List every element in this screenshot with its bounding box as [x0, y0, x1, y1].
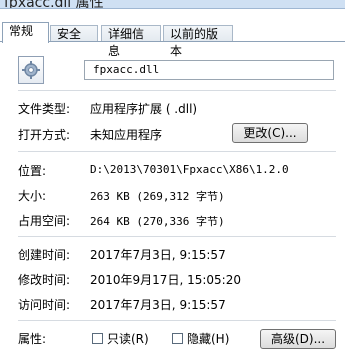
tab-bar: 常规 安全 详细信息 以前的版本	[0, 22, 345, 58]
tab-general[interactable]: 常规	[2, 22, 49, 43]
hidden-checkbox[interactable]	[172, 333, 183, 344]
window-title-bar: fpxacc.dll 属性	[0, 0, 345, 9]
change-button[interactable]: 更改(C)...	[232, 123, 308, 143]
accessed-label: 访问时间:	[18, 298, 71, 312]
filename-field[interactable]: fpxacc.dll	[84, 60, 334, 80]
modified-label: 修改时间:	[18, 273, 71, 287]
location-value: D:\2013\70301\Fpxacc\X86\1.2.0	[90, 163, 289, 176]
created-label: 创建时间:	[18, 248, 71, 262]
size-label: 大小:	[18, 189, 47, 203]
dll-gear-icon	[18, 56, 44, 84]
open-with-label: 打开方式:	[18, 128, 71, 142]
separator	[18, 320, 336, 321]
size-on-disk-value: 264 KB (270,336 字节)	[90, 215, 225, 228]
readonly-label[interactable]: 只读(R)	[107, 330, 149, 347]
tab-details[interactable]: 详细信息	[101, 25, 161, 58]
file-type-label: 文件类型:	[18, 102, 71, 116]
advanced-button[interactable]: 高级(D)...	[260, 329, 336, 349]
size-value: 263 KB (269,312 字节)	[90, 190, 225, 203]
accessed-value: 2017年7月3日, 9:15:57	[90, 298, 226, 312]
location-label: 位置:	[18, 164, 47, 178]
created-value: 2017年7月3日, 9:15:57	[90, 248, 226, 262]
separator	[18, 236, 336, 237]
modified-value: 2010年9月17日, 15:05:20	[90, 273, 241, 287]
window-title: fpxacc.dll 属性	[4, 0, 104, 9]
size-on-disk-label: 占用空间:	[18, 214, 71, 228]
separator	[18, 151, 336, 152]
tab-previous-versions[interactable]: 以前的版本	[163, 25, 233, 58]
readonly-checkbox[interactable]	[92, 333, 103, 344]
tab-security[interactable]: 安全	[50, 25, 98, 42]
attributes-label: 属性:	[18, 332, 47, 346]
open-with-value: 未知应用程序	[90, 128, 163, 142]
hidden-label[interactable]: 隐藏(H)	[187, 330, 229, 347]
file-type-value: 应用程序扩展 ( .dll)	[90, 102, 198, 116]
tab-divider	[0, 41, 345, 42]
separator	[18, 90, 336, 91]
